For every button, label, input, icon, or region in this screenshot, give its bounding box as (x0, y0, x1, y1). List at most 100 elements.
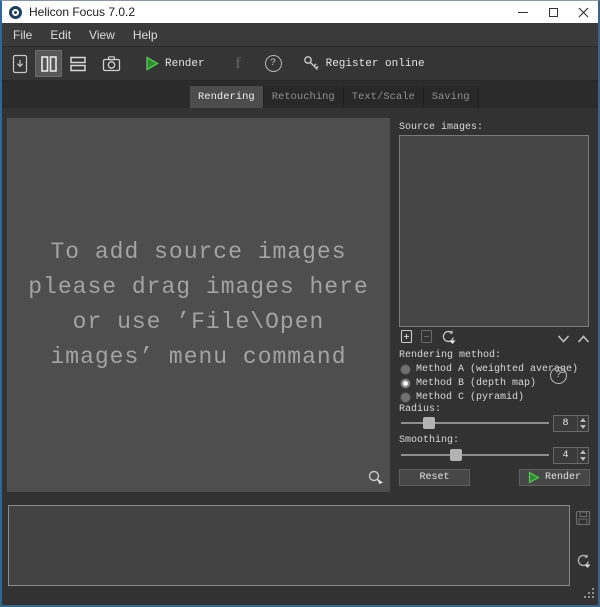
method-b-label: Method B (depth map) (416, 378, 536, 389)
menu-bar: File Edit View Help (2, 23, 598, 46)
down-arrow-icon (580, 457, 586, 461)
source-images-label: Source images: (399, 122, 483, 133)
image-canvas-dropzone[interactable]: To add source images please drag images … (7, 118, 390, 492)
source-images-list[interactable] (399, 135, 589, 327)
radio-icon (400, 364, 411, 375)
horizontal-split-view-button[interactable] (64, 50, 91, 77)
radius-slider-handle[interactable] (423, 417, 435, 429)
log-output-box[interactable] (8, 505, 570, 586)
facebook-icon: f (235, 55, 240, 73)
panel-render-button[interactable]: Render (519, 469, 590, 486)
add-file-icon (400, 329, 413, 344)
smoothing-slider[interactable] (401, 448, 549, 462)
key-icon (303, 55, 320, 72)
app-logo-icon (9, 6, 22, 19)
reset-label: Reset (419, 472, 449, 483)
chevron-up-icon (577, 335, 590, 343)
smoothing-spinner[interactable]: 4 (553, 447, 589, 464)
register-online-button[interactable]: Register online (297, 50, 431, 77)
toolbar-render-label: Render (165, 58, 205, 70)
radius-slider[interactable] (401, 416, 549, 430)
vertical-split-view-button[interactable] (35, 50, 62, 77)
radius-spinner[interactable]: 8 (553, 415, 589, 432)
tab-text-scale[interactable]: Text/Scale (344, 86, 424, 108)
drop-hint-line: To add source images (7, 235, 390, 270)
tab-strip: Rendering Retouching Text/Scale Saving (2, 80, 598, 108)
save-icon (575, 510, 591, 526)
spinner-arrows (577, 416, 588, 431)
rotate-dropdown-icon (440, 329, 457, 345)
move-image-up-button[interactable] (577, 330, 590, 348)
tab-retouching[interactable]: Retouching (264, 86, 344, 108)
panel-render-label: Render (545, 472, 581, 483)
horizontal-split-icon (69, 55, 87, 73)
menu-help[interactable]: Help (124, 25, 167, 45)
register-online-label: Register online (326, 58, 425, 70)
method-c-radio[interactable]: Method C (pyramid) (400, 391, 524, 404)
window-resize-grip[interactable] (582, 585, 595, 603)
spinner-arrows (577, 448, 588, 463)
maximize-button[interactable] (538, 1, 568, 23)
drop-hint-line: images’ menu command (7, 340, 390, 375)
smoothing-label: Smoothing: (399, 435, 459, 446)
rotate-dropdown-icon (575, 553, 592, 569)
facebook-button[interactable]: f (225, 50, 252, 77)
help-button[interactable]: ? (260, 50, 287, 77)
smoothing-value[interactable]: 4 (554, 448, 577, 463)
help-icon: ? (265, 55, 282, 72)
rendering-method-label: Rendering method: (399, 350, 501, 361)
radio-icon (400, 392, 411, 403)
radius-increment-button[interactable] (578, 416, 588, 424)
smoothing-increment-button[interactable] (578, 448, 588, 456)
drop-hint-line: or use ’File\Open (7, 305, 390, 340)
reset-button[interactable]: Reset (399, 469, 470, 486)
menu-view[interactable]: View (80, 25, 124, 45)
move-image-down-button[interactable] (557, 330, 570, 348)
open-images-button[interactable] (6, 50, 33, 77)
camera-icon (102, 55, 121, 72)
remove-file-icon (420, 329, 433, 344)
radius-label: Radius: (399, 404, 441, 415)
title-bar: Helicon Focus 7.0.2 (2, 1, 598, 23)
remove-image-button[interactable] (420, 329, 433, 349)
menu-file[interactable]: File (4, 25, 41, 45)
close-icon (578, 7, 589, 18)
radius-decrement-button[interactable] (578, 424, 588, 432)
method-c-label: Method C (pyramid) (416, 392, 524, 403)
close-button[interactable] (568, 1, 598, 23)
tab-rendering[interactable]: Rendering (190, 86, 264, 108)
down-arrow-icon (580, 425, 586, 429)
zoom-button[interactable] (367, 469, 385, 487)
smoothing-decrement-button[interactable] (578, 456, 588, 464)
window-controls (508, 1, 598, 23)
toolbar: Render f ? Register online (2, 46, 598, 80)
help-icon: ? (550, 367, 567, 384)
minimize-icon (518, 12, 528, 13)
window-title: Helicon Focus 7.0.2 (29, 5, 135, 19)
tab-saving[interactable]: Saving (424, 86, 479, 108)
method-b-radio[interactable]: Method B (depth map) (400, 377, 536, 390)
render-play-icon (528, 471, 540, 484)
drop-hint-line: please drag images here (7, 270, 390, 305)
vertical-split-icon (40, 55, 58, 73)
up-arrow-icon (580, 450, 586, 454)
radius-value[interactable]: 8 (554, 416, 577, 431)
save-log-button[interactable] (575, 510, 591, 526)
camera-button[interactable] (98, 50, 125, 77)
add-images-icon (11, 54, 29, 74)
drop-hint-message: To add source images please drag images … (7, 235, 390, 375)
add-image-button[interactable] (400, 329, 413, 349)
method-help-button[interactable]: ? (550, 367, 567, 384)
app-window: Helicon Focus 7.0.2 File Edit View Help (0, 0, 600, 607)
up-arrow-icon (580, 418, 586, 422)
menu-edit[interactable]: Edit (41, 25, 80, 45)
chevron-down-icon (557, 335, 570, 343)
toolbar-render-button[interactable]: Render (139, 50, 211, 77)
rotate-images-button[interactable] (440, 329, 457, 350)
render-play-icon (145, 56, 159, 71)
refresh-log-button[interactable] (575, 553, 591, 569)
minimize-button[interactable] (508, 1, 538, 23)
source-list-toolbar (400, 331, 590, 347)
maximize-icon (549, 8, 558, 17)
smoothing-slider-handle[interactable] (450, 449, 462, 461)
